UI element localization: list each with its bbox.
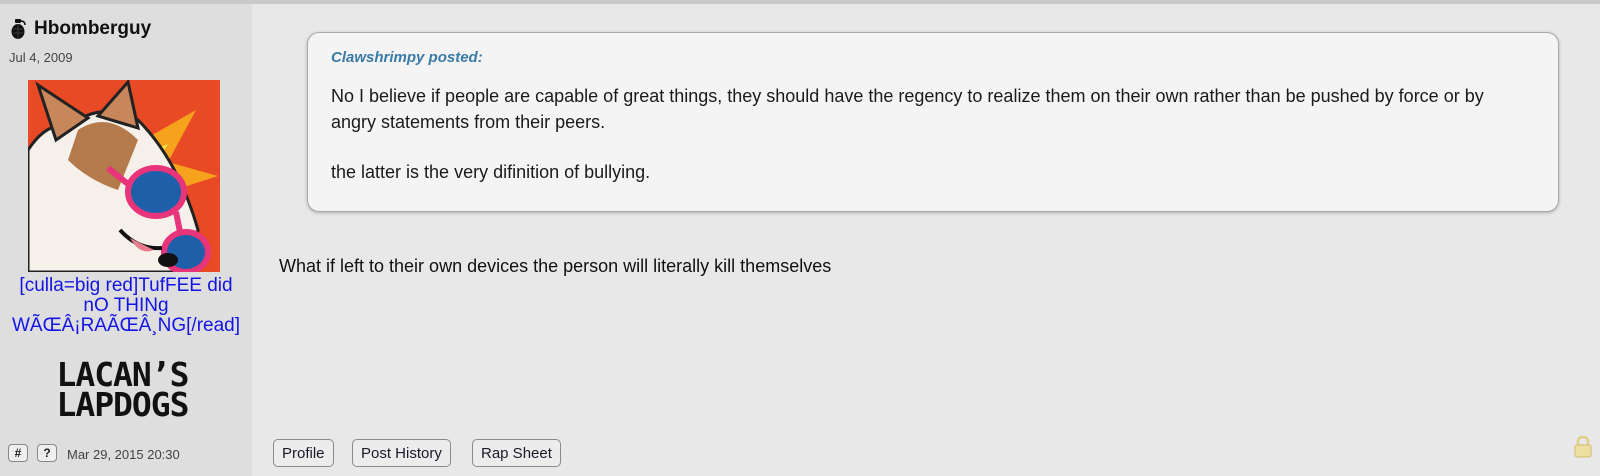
quote-paragraph: the latter is the very difinition of bul… [331,162,651,182]
registration-date: Jul 4, 2009 [9,50,73,65]
lock-icon [1574,436,1592,458]
post-body-text: What if left to their own devices the pe… [279,256,832,276]
post-date: Mar 29, 2015 20:30 [67,447,180,462]
quote-paragraph: No I believe if people are capable of gr… [331,86,1484,132]
user-title-line: WÃŒÂ¡RAÃŒÂ¸NG[/read] [11,315,241,336]
author-sidebar: Hbomberguy Jul 4, 2009 [culla=big red]Tu… [0,4,252,476]
banner-line: LAPDOGS [56,385,189,424]
author-name[interactable]: Hbomberguy [34,18,151,40]
post-info-button[interactable]: ? [37,444,57,462]
signature-banner: LACAN’S LAPDOGS [30,358,215,424]
rap-sheet-button[interactable]: Rap Sheet [472,439,561,467]
user-title-line: [culla=big red]TufFEE did [19,275,233,296]
grenade-icon [11,19,26,39]
quote-author[interactable]: Clawshrimpy posted: [331,49,483,66]
avatar [28,80,220,272]
post-permalink-button[interactable]: # [8,444,28,462]
user-title-line: nO THINg [83,295,169,316]
user-title: [culla=big red]TufFEE did nO THINg WÃŒÂ¡… [0,276,252,336]
profile-button[interactable]: Profile [273,439,334,467]
author-name-row: Hbomberguy [10,18,151,40]
quote-block: Clawshrimpy posted: No I believe if peop… [307,32,1559,212]
post-history-button[interactable]: Post History [352,439,451,467]
quote-text: No I believe if people are capable of gr… [331,83,1531,185]
